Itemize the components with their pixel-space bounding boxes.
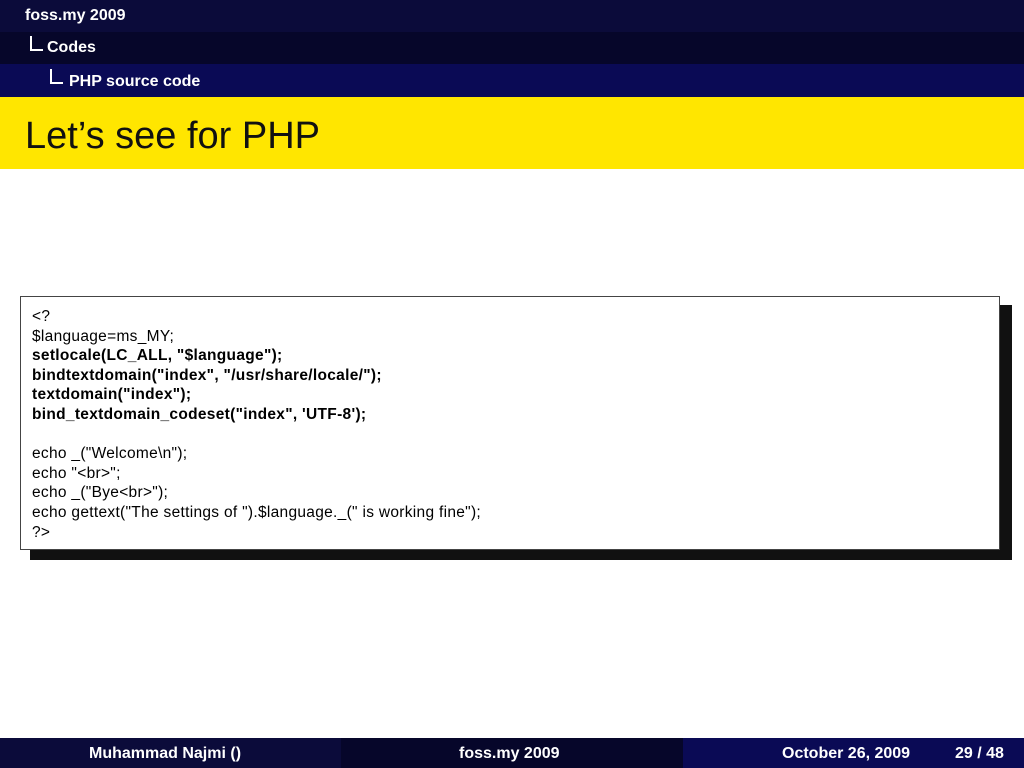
code-line: textdomain("index"); [32, 386, 192, 404]
code-line: setlocale(LC_ALL, "$language"); [32, 347, 283, 365]
code-line: <? [32, 308, 51, 325]
nav-subsection-bar: Codes [0, 32, 1024, 64]
nav-subsubsection[interactable]: PHP source code [69, 73, 200, 91]
tree-elbow-icon [50, 69, 63, 84]
code-line: bind_textdomain_codeset("index", 'UTF-8'… [32, 405, 367, 423]
code-line: bindtextdomain("index", "/usr/share/loca… [32, 366, 382, 384]
footer-author: Muhammad Najmi () [89, 745, 242, 762]
tree-elbow-icon [30, 36, 43, 51]
nav-section-bar: foss.my 2009 [0, 0, 1024, 32]
code-line: echo "<br>"; [32, 464, 121, 482]
code-line: echo _("Welcome\n"); [32, 445, 188, 463]
code-line: echo _("Bye<br>"); [32, 484, 169, 502]
footer-author-segment: Muhammad Najmi () [0, 738, 341, 768]
footer-event: foss.my 2009 [459, 745, 560, 762]
footer-date: October 26, 2009 [782, 745, 911, 762]
title-bar: Let’s see for PHP [0, 97, 1024, 169]
footer-page-number[interactable]: 29 / 48 [955, 745, 1004, 763]
code-line: ?> [32, 523, 51, 541]
nav-section[interactable]: foss.my 2009 [25, 7, 126, 25]
code-block: <? $language=ms_MY; setlocale(LC_ALL, "$… [32, 307, 481, 542]
nav-subsection[interactable]: Codes [47, 39, 96, 57]
slide-title: Let’s see for PHP [25, 115, 321, 157]
code-line: $language=ms_MY; [32, 327, 175, 345]
footer-bar: Muhammad Najmi () foss.my 2009 October 2… [0, 738, 1024, 768]
footer-event-segment: foss.my 2009 [341, 738, 683, 768]
code-box: <? $language=ms_MY; setlocale(LC_ALL, "$… [20, 296, 1000, 550]
footer-date-segment: October 26, 2009 29 / 48 [683, 738, 1024, 768]
code-line: echo gettext("The settings of ").$langua… [32, 503, 482, 521]
nav-subsubsection-bar: PHP source code [0, 64, 1024, 97]
